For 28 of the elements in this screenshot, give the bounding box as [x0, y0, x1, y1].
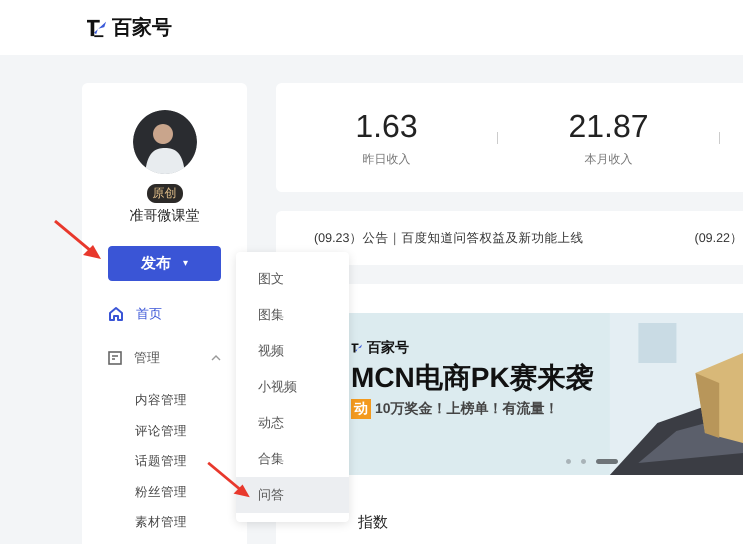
- income-label: 本月收入: [584, 150, 632, 168]
- publish-button[interactable]: 发布 ▾: [108, 246, 221, 281]
- home-icon: [108, 306, 124, 322]
- logo-icon: [351, 342, 363, 354]
- carousel-dot[interactable]: [581, 459, 586, 464]
- logo-text: 百家号: [112, 16, 172, 41]
- banner-logo-text: 百家号: [367, 339, 409, 357]
- section-title: 指数: [358, 513, 389, 532]
- banner-title: MCN电商PK赛来袭: [351, 361, 595, 395]
- banner-tag: 动: [351, 399, 371, 419]
- income-value: 21.87: [568, 108, 649, 144]
- income-value: 1.63: [355, 108, 418, 144]
- notice-link[interactable]: (09.23）公告｜百度知道问答权益及新功能上线: [314, 230, 584, 246]
- avatar: [132, 110, 196, 174]
- document-icon: [108, 351, 122, 365]
- logo-icon: [86, 18, 108, 38]
- original-badge: 原创: [146, 184, 182, 203]
- banner-subtitle: 10万奖金！上榜单！有流量！: [375, 400, 559, 418]
- menu-item[interactable]: 问答: [236, 477, 349, 513]
- account-name: 准哥微课堂: [130, 207, 200, 225]
- menu-item[interactable]: 合集: [236, 441, 349, 477]
- notice-link[interactable]: (09.22）: [694, 230, 743, 246]
- carousel-dot[interactable]: [566, 459, 571, 464]
- arrow: [53, 219, 103, 261]
- arrow: [206, 461, 252, 499]
- menu-item[interactable]: 动态: [236, 405, 349, 441]
- income-label: 昨日收入: [362, 150, 410, 168]
- menu-item[interactable]: 图文: [236, 261, 349, 297]
